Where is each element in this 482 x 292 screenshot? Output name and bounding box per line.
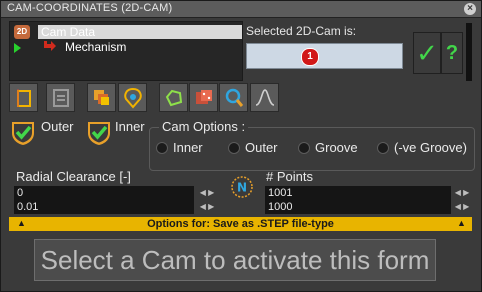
radial-clearance-label: Radial Clearance [-]	[16, 169, 131, 184]
selection-count-badge: 1	[301, 48, 319, 66]
side-scrollbar[interactable]	[466, 23, 472, 81]
spin-left-right-icon[interactable]: ◀ ▶	[452, 186, 472, 200]
options-bar-text: Options for: Save as .STEP file-type	[147, 218, 334, 230]
n-compass-icon[interactable]: N	[229, 174, 255, 200]
cam-profile-icon	[124, 87, 142, 109]
curve-icon	[255, 89, 275, 106]
n-compass-letter: N	[237, 181, 247, 195]
stack-icon	[94, 90, 109, 105]
inner-checkbox-label: Inner	[115, 119, 145, 134]
radio-inner[interactable]	[156, 142, 168, 154]
cam-tree[interactable]: 2D Cam Data Mechanism	[9, 21, 243, 81]
spin-left-right-icon[interactable]: ◀ ▶	[197, 200, 217, 214]
points-label: # Points	[266, 169, 313, 184]
cam-options-title: Cam Options :	[159, 119, 249, 134]
outer-checkbox-icon[interactable]	[9, 119, 37, 147]
layers-icon	[53, 89, 69, 107]
inner-checkbox-icon[interactable]	[85, 119, 113, 147]
zoom-icon	[225, 88, 244, 107]
selected-cam-label: Selected 2D-Cam is:	[246, 24, 357, 38]
radial-clearance-spinner[interactable]: ◀ ▶ ◀ ▶	[197, 186, 217, 214]
radial-clearance-field[interactable]: 0 0.01	[14, 186, 194, 214]
radio-neg-groove-label: (-ve Groove)	[394, 140, 467, 155]
tree-item-label: Cam Data	[41, 25, 96, 39]
radio-outer[interactable]	[228, 142, 240, 154]
radial-clearance-step: 0.01	[17, 201, 39, 213]
outer-checkbox-label: Outer	[41, 119, 74, 134]
close-icon[interactable]: ×	[464, 3, 476, 15]
radio-groove-label: Groove	[315, 140, 358, 155]
spin-left-right-icon[interactable]: ◀ ▶	[197, 186, 217, 200]
play-icon[interactable]	[14, 43, 21, 53]
layers-button[interactable]	[46, 83, 75, 112]
radio-groove[interactable]	[298, 142, 310, 154]
dice-icon	[196, 90, 212, 104]
curve-button[interactable]	[250, 83, 279, 112]
points-spinner[interactable]: ◀ ▶ ◀ ▶	[452, 186, 472, 214]
stack-button[interactable]	[87, 83, 116, 112]
dice-button[interactable]	[189, 83, 218, 112]
cam-coordinates-window: CAM-COORDINATES (2D-CAM) × 2D Cam Data M…	[0, 0, 482, 292]
radio-inner-label: Inner	[173, 140, 203, 155]
polygon-icon	[165, 89, 183, 107]
polygon-button[interactable]	[159, 83, 188, 112]
tree-item-mechanism[interactable]: Mechanism	[65, 40, 126, 54]
options-bar[interactable]: ▲ Options for: Save as .STEP file-type ▲	[9, 217, 472, 231]
tree-item-cam-data[interactable]: Cam Data	[38, 25, 242, 39]
cam-2d-icon: 2D	[14, 25, 30, 39]
window-title: CAM-COORDINATES (2D-CAM)	[7, 2, 173, 14]
link-arrow-icon	[44, 41, 56, 51]
radial-clearance-value: 0	[17, 187, 24, 199]
cam-frame-icon	[17, 89, 31, 107]
spin-left-right-icon[interactable]: ◀ ▶	[452, 200, 472, 214]
inactive-message-box: Select a Cam to activate this form	[34, 239, 436, 281]
ok-button[interactable]: ✓	[413, 32, 441, 74]
inactive-message: Select a Cam to activate this form	[40, 245, 430, 275]
radio-neg-groove[interactable]	[377, 142, 389, 154]
points-value: 1001	[268, 187, 293, 199]
zoom-button[interactable]	[219, 83, 248, 112]
points-field[interactable]: 1001 1000	[265, 186, 451, 214]
cam-profile-button[interactable]	[118, 83, 147, 112]
points-step: 1000	[268, 201, 293, 213]
title-bar: CAM-COORDINATES (2D-CAM) ×	[1, 1, 481, 18]
radio-outer-label: Outer	[245, 140, 278, 155]
help-button[interactable]: ?	[441, 32, 463, 74]
cam-frame-button[interactable]	[9, 83, 38, 112]
selected-cam-field	[246, 43, 403, 69]
expand-icon[interactable]: ▲	[457, 218, 466, 228]
